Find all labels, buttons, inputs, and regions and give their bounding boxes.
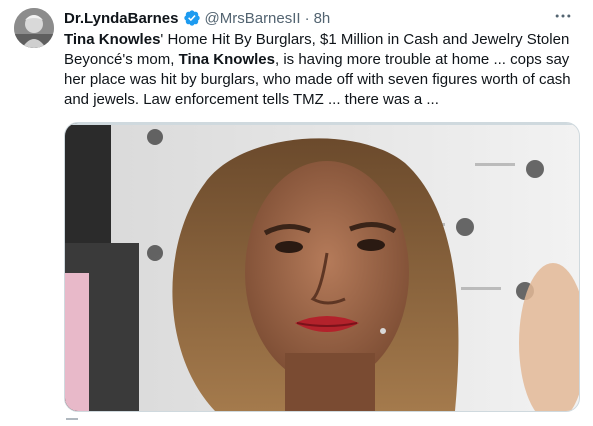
tweet-media-photo[interactable]: [64, 122, 580, 412]
tweet-headline: Tina Knowles' Home Hit By Burglars, $1 M…: [64, 30, 584, 50]
verified-badge-icon: [183, 9, 201, 27]
display-name[interactable]: Dr.LyndaBarnes: [64, 10, 179, 27]
tweet-paragraph-start: Beyoncé's mom,: [64, 51, 179, 68]
tweet-headline-rest: ' Home Hit By Burglars, $1 Million in Ca…: [160, 31, 570, 48]
avatar[interactable]: [14, 8, 54, 48]
tweet-bold-name: Tina Knowles: [178, 51, 275, 68]
author-handle[interactable]: @MrsBarnesII: [205, 10, 301, 27]
footer-divider: [66, 418, 78, 424]
tweet-text: Tina Knowles' Home Hit By Burglars, $1 M…: [64, 30, 584, 110]
tweet-bold-name: Tina Knowles: [64, 31, 161, 48]
more-options-button[interactable]: [549, 4, 577, 28]
more-horizontal-icon: [555, 14, 571, 18]
separator-dot: ·: [304, 9, 310, 27]
timestamp[interactable]: 8h: [314, 10, 331, 27]
photo-illustration: [65, 123, 579, 411]
tweet-header: Dr.LyndaBarnes @MrsBarnesII · 8h: [64, 8, 330, 28]
tweet-paragraph: Beyoncé's mom, Tina Knowles, is having m…: [64, 50, 584, 110]
avatar-photo: [14, 8, 54, 48]
tweet-card[interactable]: Dr.LyndaBarnes @MrsBarnesII · 8h Tina Kn…: [0, 0, 593, 426]
